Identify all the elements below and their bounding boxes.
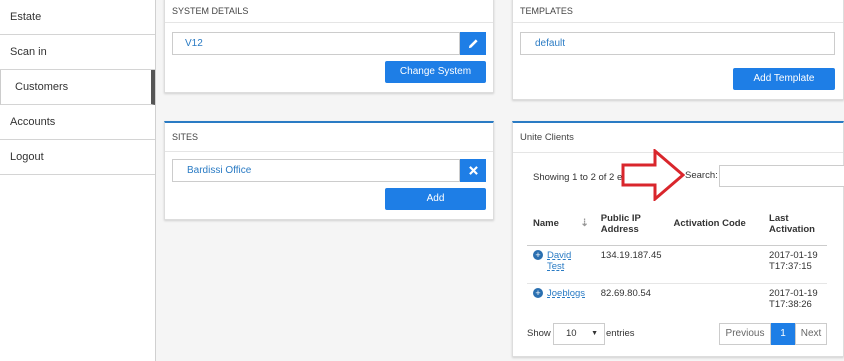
site-field[interactable]: Bardissi Office <box>172 159 460 182</box>
sites-panel: SITES Bardissi Office Add <box>164 121 494 220</box>
pencil-icon <box>468 39 478 49</box>
cell-activation-code <box>667 282 764 321</box>
system-field[interactable]: V12 <box>172 32 460 55</box>
cell-last-activation: 2017-01-19T17:37:15 <box>763 244 827 283</box>
sidebar-item-logout[interactable]: Logout <box>0 140 155 175</box>
add-template-button[interactable]: Add Template <box>733 68 835 90</box>
template-field[interactable]: default <box>520 32 835 55</box>
client-link[interactable]: Joeblogs <box>547 288 585 299</box>
cell-ip: 134.19.187.45 <box>594 244 668 283</box>
sidebar: Estate Scan in Customers Accounts Logout <box>0 0 156 361</box>
remove-site-button[interactable] <box>460 159 486 182</box>
unite-clients-panel: Unite Clients Showing 1 to 2 of 2 entrie… <box>512 121 844 357</box>
cell-last-activation: 2017-01-19T17:38:26 <box>763 282 827 321</box>
page-size-select[interactable]: 10 ▼ <box>553 323 605 345</box>
page-1-button[interactable]: 1 <box>771 323 795 345</box>
sidebar-item-customers[interactable]: Customers <box>0 70 155 105</box>
sidebar-item-accounts[interactable]: Accounts <box>0 105 155 140</box>
sidebar-item-scan-in[interactable]: Scan in <box>0 35 155 70</box>
cell-activation-code <box>667 244 764 283</box>
system-details-panel: SYSTEM DETAILS V12 Change System <box>164 0 494 93</box>
search-input[interactable] <box>719 165 844 187</box>
previous-page-button[interactable]: Previous <box>719 323 771 345</box>
show-label: Show <box>527 328 551 339</box>
table-header-row: Name ⇣ Public IP Address Activation Code… <box>527 203 827 246</box>
column-header-ip[interactable]: Public IP Address <box>594 203 668 246</box>
client-link[interactable]: David Test <box>547 250 577 272</box>
cell-name: + Joeblogs <box>527 282 595 321</box>
entries-label: entries <box>606 328 635 339</box>
edit-system-button[interactable] <box>460 32 486 55</box>
table-row: + David Test 134.19.187.45 2017-01-19T17:… <box>527 244 827 283</box>
clients-table: Name ⇣ Public IP Address Activation Code… <box>527 203 827 321</box>
column-header-last-activation[interactable]: Last Activation <box>763 203 827 246</box>
close-icon <box>468 166 478 175</box>
arrow-annotation-icon <box>621 149 685 201</box>
search-label: Search: <box>685 170 718 181</box>
add-site-button[interactable]: Add <box>385 188 486 210</box>
panel-title: SYSTEM DETAILS <box>165 0 493 23</box>
cell-name: + David Test <box>527 244 595 283</box>
column-header-name[interactable]: Name ⇣ <box>527 203 595 246</box>
page-size-value: 10 <box>566 328 577 339</box>
change-system-button[interactable]: Change System <box>385 61 486 83</box>
expand-icon[interactable]: + <box>533 249 543 260</box>
panel-title: TEMPLATES <box>513 0 843 23</box>
caret-down-icon: ▼ <box>591 330 598 337</box>
next-page-button[interactable]: Next <box>795 323 827 345</box>
sidebar-item-estate[interactable]: Estate <box>0 0 155 35</box>
cell-ip: 82.69.80.54 <box>594 282 668 321</box>
table-row: + Joeblogs 82.69.80.54 2017-01-19T17:38:2… <box>527 282 827 321</box>
column-header-activation-code[interactable]: Activation Code <box>667 203 764 246</box>
panel-title: SITES <box>165 123 493 152</box>
expand-icon[interactable]: + <box>533 287 543 298</box>
templates-panel: TEMPLATES default Add Template <box>512 0 844 100</box>
sort-icon[interactable]: ⇣ <box>580 218 588 229</box>
